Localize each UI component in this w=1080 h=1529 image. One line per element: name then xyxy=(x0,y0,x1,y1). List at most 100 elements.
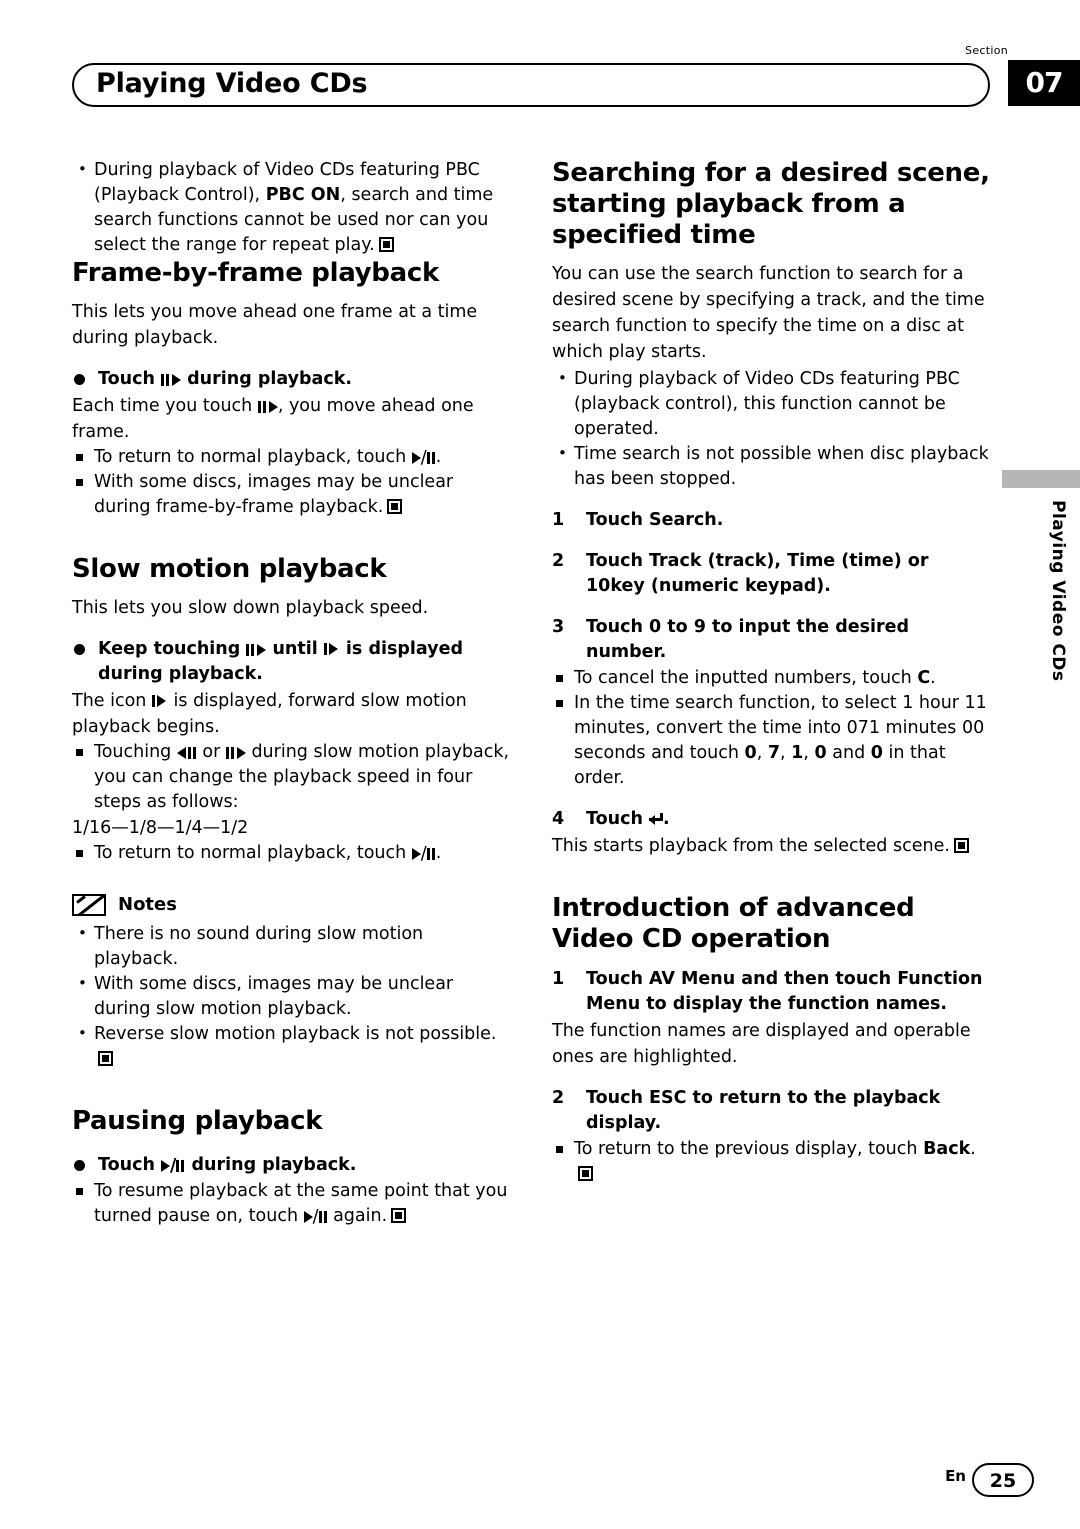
slow-sub1-a: Touching xyxy=(94,742,177,762)
heading-pausing-playback: Pausing playback xyxy=(72,1106,323,1136)
pause-step-post: during playback. xyxy=(185,1155,357,1175)
search-bullet-list: During playback of Video CDs featuring P… xyxy=(552,366,992,492)
pause-play-step-icon xyxy=(257,399,278,417)
slow-motion-icon xyxy=(323,643,340,655)
list-item: In the time search function, to select 1… xyxy=(552,691,992,791)
search-step-3: 3 Touch 0 to 9 to input the desired numbe… xyxy=(552,615,992,665)
slow-speed-steps: 1/16—1/8—1/4—1/2 xyxy=(72,818,249,838)
list-item: To return to the previous display, touch… xyxy=(552,1137,992,1187)
side-tab-label: Playing Video CDs xyxy=(1048,500,1068,682)
step-number: 3 xyxy=(552,617,565,637)
slow-after-a: The icon xyxy=(72,691,152,711)
slow-sub2-post: . xyxy=(435,843,442,863)
frame-after-text: Each time you touch , you move ahead one… xyxy=(72,393,512,445)
slow-step-a: Keep touching xyxy=(98,639,247,659)
frame-step-heading: Touch during playback. xyxy=(72,367,512,392)
list-item: To cancel the inputted numbers, touch C. xyxy=(552,666,992,691)
list-item: With some discs, images may be unclear d… xyxy=(72,470,512,520)
num-0c: 0 xyxy=(870,743,883,763)
list-item: To resume playback at the same point tha… xyxy=(72,1179,512,1229)
step-number: 2 xyxy=(552,551,565,571)
side-tab-marker xyxy=(1002,470,1080,488)
frame-body-text: This lets you move ahead one frame at a … xyxy=(72,302,478,348)
notes-label: Notes xyxy=(118,894,177,915)
list-item: With some discs, images may be unclear d… xyxy=(72,971,512,1022)
play-pause-icon: / xyxy=(411,845,436,864)
end-mark-icon xyxy=(953,838,969,853)
right-column: Searching for a desired scene, starting … xyxy=(552,158,992,1187)
search-step-1: 1 Touch Search. xyxy=(552,508,992,533)
step4-pre: Touch xyxy=(586,809,650,829)
pause-play-step-icon xyxy=(246,642,267,660)
advanced-step-2: 2 Touch ESC to return to the playback dis… xyxy=(552,1086,992,1136)
intro-text-bold: PBC ON xyxy=(265,185,341,205)
frame-step-post: during playback. xyxy=(181,369,353,389)
frame-after-1: Each time you touch xyxy=(72,396,258,416)
note-text: With some discs, images may be unclear d… xyxy=(94,974,454,1019)
footer-page-number: 25 xyxy=(972,1463,1034,1497)
step-text: Touch Search. xyxy=(586,510,724,530)
step-number: 2 xyxy=(552,1088,565,1108)
slow-step-heading: Keep touching until is displayed during … xyxy=(72,637,512,687)
list-item: To return to normal playback, touch /. xyxy=(72,841,512,866)
list-item: To return to normal playback, touch /. xyxy=(72,445,512,470)
note-text: Reverse slow motion playback is not poss… xyxy=(94,1024,497,1044)
step-number: 4 xyxy=(552,809,565,829)
num-0b: 0 xyxy=(814,743,827,763)
slow-sub1-b: or xyxy=(196,742,226,762)
end-mark-icon xyxy=(387,499,403,514)
list-item: There is no sound during slow motion pla… xyxy=(72,921,512,972)
pause-play-step-icon xyxy=(225,745,246,763)
heading-advanced-intro: Introduction of advanced Video CD operat… xyxy=(552,893,915,954)
slow-sub2-pre: To return to normal playback, touch xyxy=(94,843,412,863)
num-0: 0 xyxy=(744,743,757,763)
end-mark-icon xyxy=(578,1166,593,1181)
end-mark-icon xyxy=(391,1208,407,1223)
pause-step-pre: Touch xyxy=(98,1155,162,1175)
list-item: Time search is not possible when disc pl… xyxy=(552,441,992,492)
reverse-step-icon xyxy=(176,745,197,763)
step4-post: . xyxy=(663,809,670,829)
heading-searching-scene: Searching for a desired scene, starting … xyxy=(552,158,990,250)
step3-sub1-post: . xyxy=(930,668,936,688)
play-pause-icon: / xyxy=(411,449,436,468)
step-number: 1 xyxy=(552,510,565,530)
section-label: Section xyxy=(965,44,1008,57)
adv-step2-sub-pre: To return to the previous display, touch xyxy=(574,1139,924,1159)
search-step-2: 2 Touch Track (track), Time (time) or 10k… xyxy=(552,549,992,599)
frame-sub1-post: . xyxy=(435,447,442,467)
step-text: Touch 0 to 9 to input the desired number… xyxy=(586,617,910,662)
note-text: There is no sound during slow motion pla… xyxy=(94,924,424,969)
play-pause-icon: / xyxy=(303,1208,328,1227)
section-number-badge: 07 xyxy=(1008,60,1080,106)
slow-sub-list: Touching or during slow motion playback,… xyxy=(72,740,512,815)
heading-slow-motion: Slow motion playback xyxy=(72,554,387,584)
enter-key-icon xyxy=(649,813,664,826)
left-column: During playback of Video CDs featuring P… xyxy=(72,157,512,1229)
step-text: Touch ESC to return to the playback disp… xyxy=(586,1088,941,1133)
search-bullet-text: During playback of Video CDs featuring P… xyxy=(574,369,960,439)
notes-heading: Notes xyxy=(72,892,512,918)
footer-language: En xyxy=(945,1467,966,1485)
note-pencil-icon xyxy=(72,894,106,916)
pause-sub-list: To resume playback at the same point tha… xyxy=(72,1179,512,1229)
adv-step2-sub-bold: Back xyxy=(923,1139,971,1159)
search-body-text: You can use the search function to searc… xyxy=(552,264,985,362)
step3-sub2-b: and xyxy=(826,743,871,763)
pause-sub-post: again. xyxy=(327,1206,388,1226)
advanced-step1-body: The function names are displayed and ope… xyxy=(552,1021,971,1067)
end-mark-icon xyxy=(378,237,394,252)
end-mark-icon xyxy=(98,1051,113,1066)
search-step-4: 4 Touch . xyxy=(552,807,992,832)
step4-body-text: This starts playback from the selected s… xyxy=(552,833,992,859)
slow-after-text: The icon is displayed, forward slow moti… xyxy=(72,688,512,740)
step3-sub1-bold: C xyxy=(917,668,931,688)
step-text: Touch AV Menu and then touch Function Me… xyxy=(586,969,983,1014)
slow-sub-list-2: To return to normal playback, touch /. xyxy=(72,841,512,866)
advanced-step-1: 1 Touch AV Menu and then touch Function M… xyxy=(552,967,992,1017)
slow-body-text: This lets you slow down playback speed. xyxy=(72,598,429,618)
pause-step-heading: Touch / during playback. xyxy=(72,1153,512,1178)
pause-play-step-icon xyxy=(161,372,182,390)
search-step3-sub-list: To cancel the inputted numbers, touch C.… xyxy=(552,666,992,791)
advanced-step2-sub-list: To return to the previous display, touch… xyxy=(552,1137,992,1187)
